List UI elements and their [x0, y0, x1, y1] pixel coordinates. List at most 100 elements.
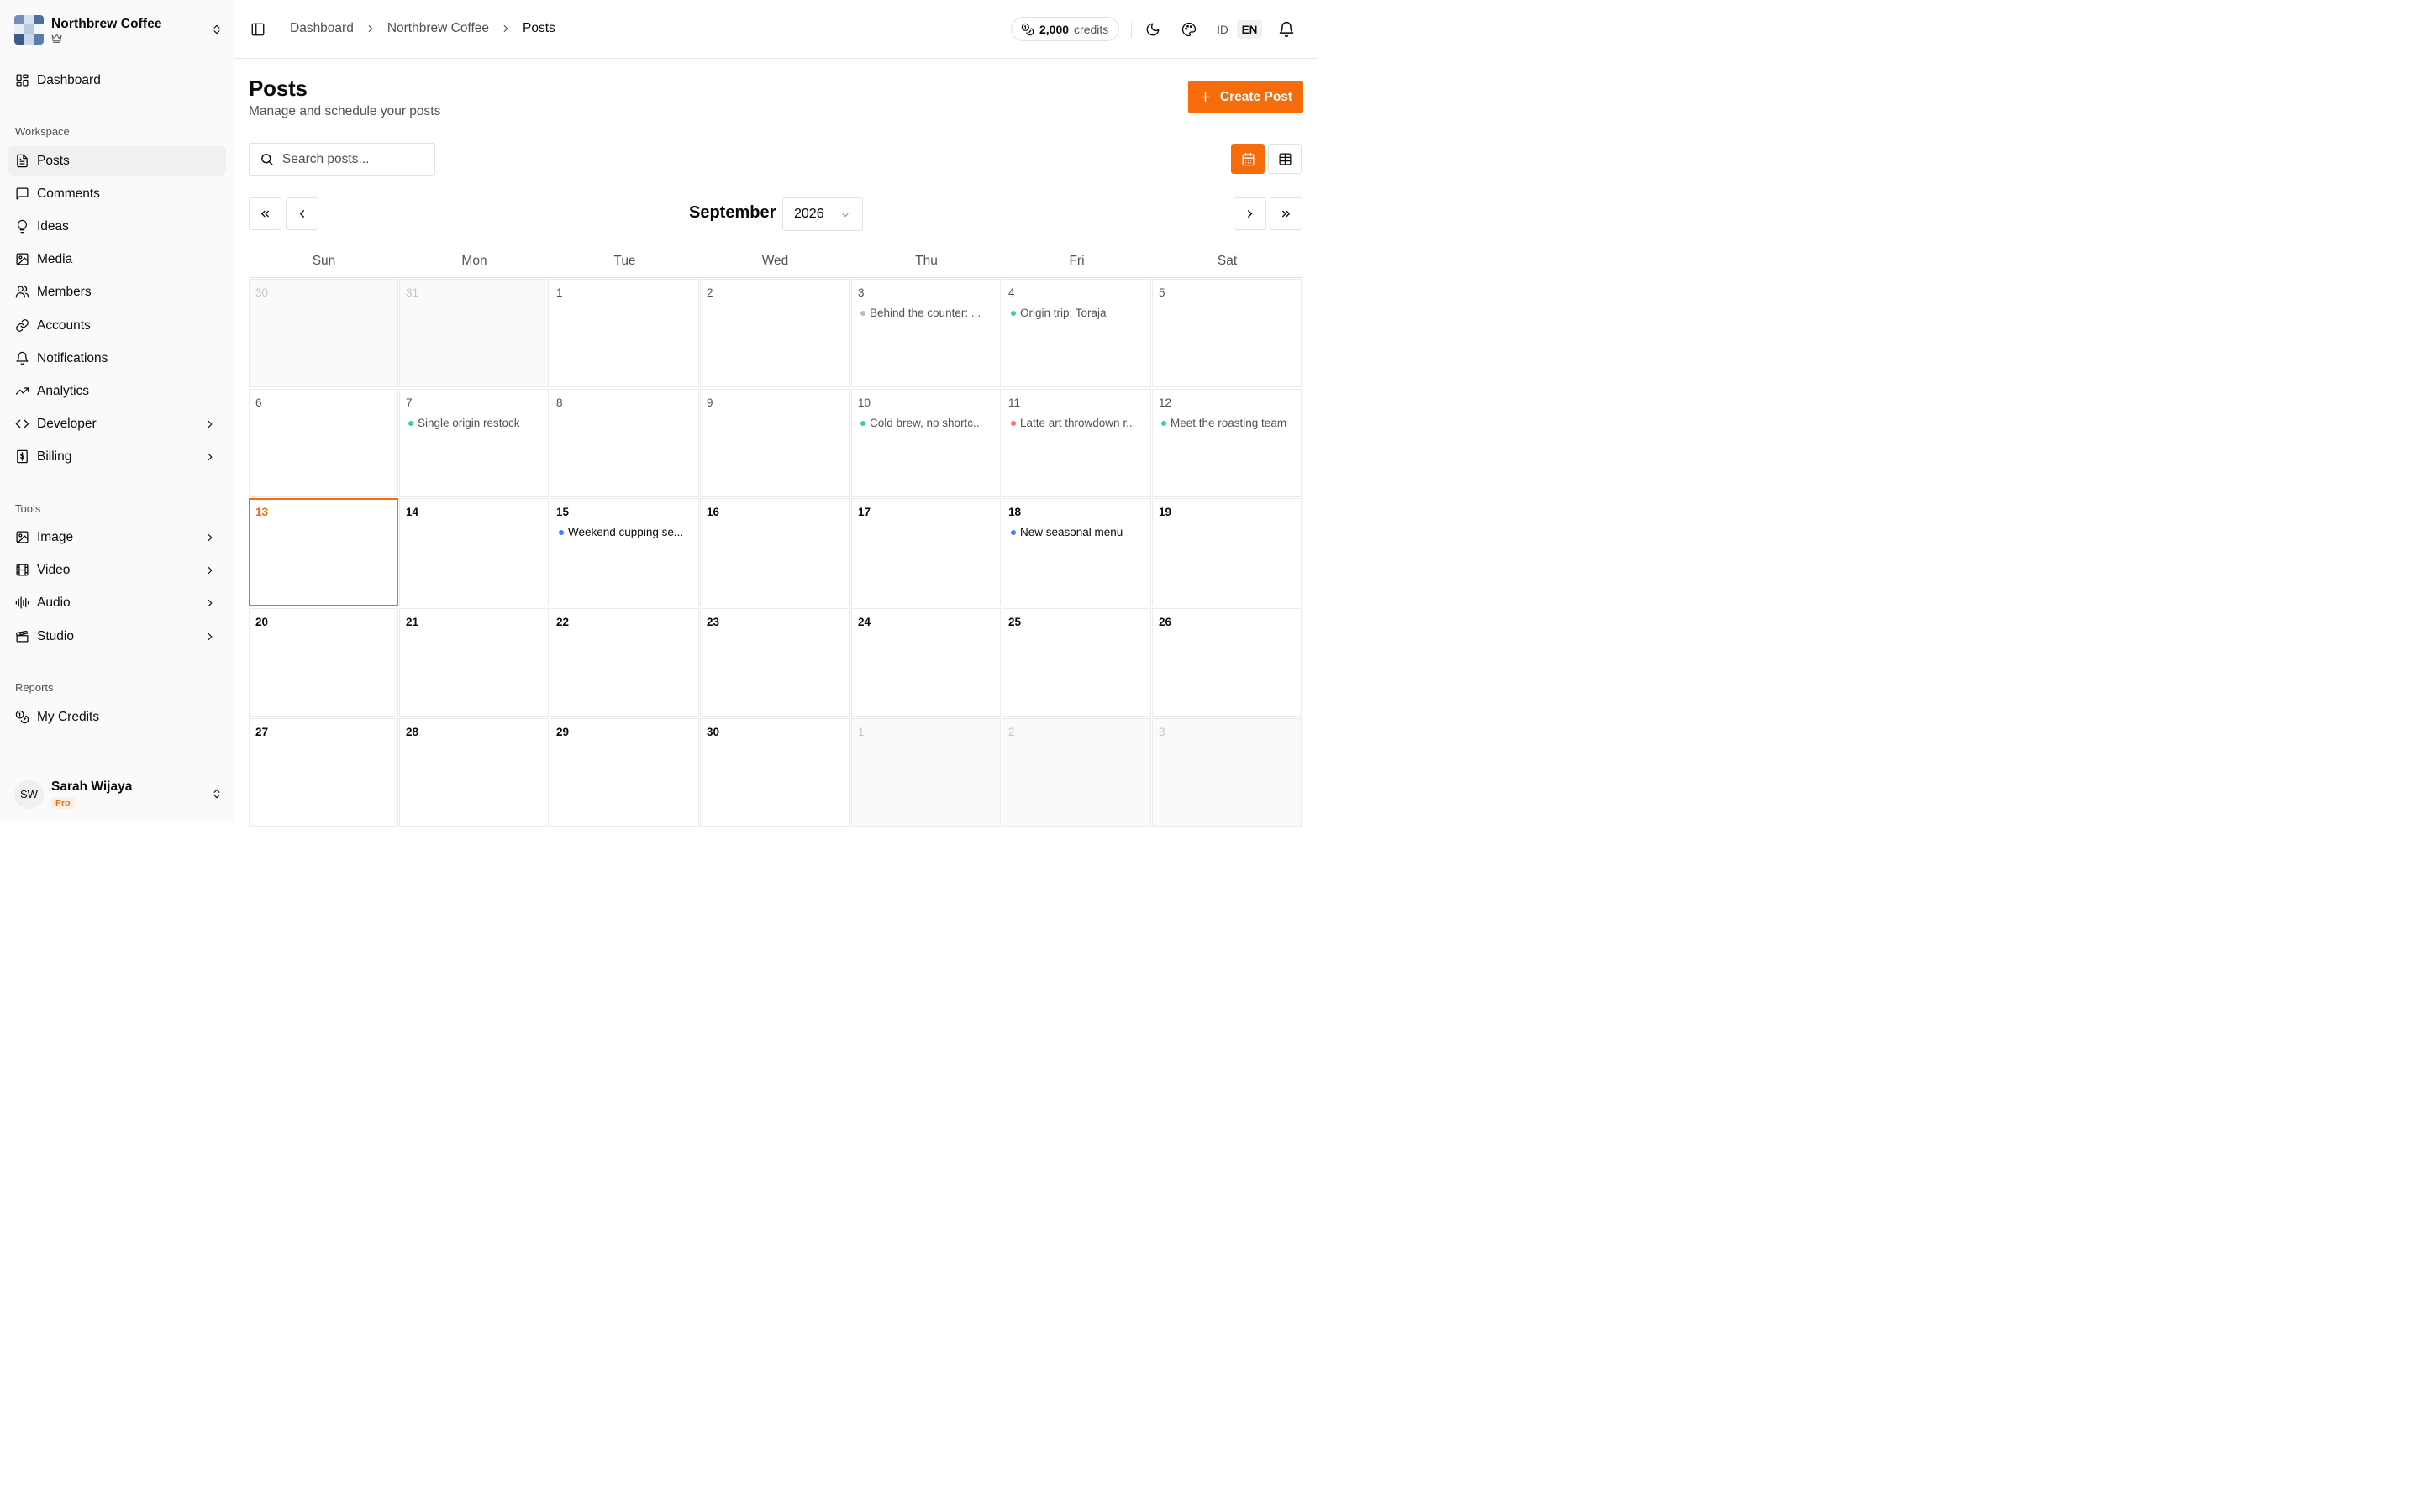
prev-month-button[interactable] — [286, 197, 318, 230]
calendar-day[interactable]: 29 — [550, 718, 699, 827]
calendar-day[interactable]: 20 — [249, 608, 398, 717]
divider — [1131, 21, 1132, 38]
calendar-day[interactable]: 4 Origin trip: Toraja — [1002, 279, 1151, 387]
sidebar-item-analytics[interactable]: Analytics — [8, 376, 226, 406]
month-title: September — [689, 203, 776, 222]
sidebar-item-audio[interactable]: Audio — [8, 588, 226, 617]
sidebar-item-studio[interactable]: Studio — [8, 622, 226, 651]
day-number: 13 — [255, 506, 269, 518]
calendar-day[interactable]: 30 — [700, 718, 850, 827]
calendar-day[interactable]: 9 — [700, 389, 850, 497]
calendar-day[interactable]: 23 — [700, 608, 850, 717]
calendar-event[interactable]: Meet the roasting team — [1161, 417, 1297, 429]
sidebar-item-label: Video — [37, 562, 71, 577]
next-month-button[interactable] — [1234, 197, 1266, 230]
calendar-day[interactable]: 2 — [1002, 718, 1151, 827]
year-select[interactable]: 2026 — [782, 197, 863, 231]
prev-year-button[interactable] — [249, 197, 281, 230]
sidebar-item-developer[interactable]: Developer — [8, 409, 226, 438]
chevrons-up-down-icon — [213, 24, 220, 34]
calendar-day[interactable]: 6 — [249, 389, 398, 497]
calendar-event[interactable]: Single origin restock — [408, 417, 544, 429]
calendar-day[interactable]: 31 — [399, 279, 549, 387]
calendar-day[interactable]: 30 — [249, 279, 398, 387]
sidebar-item-billing[interactable]: Billing — [8, 442, 226, 471]
table-view-button[interactable] — [1268, 144, 1302, 174]
event-title: New seasonal menu — [1020, 526, 1123, 538]
calendar-day[interactable]: 5 — [1152, 279, 1302, 387]
calendar-day[interactable]: 22 — [550, 608, 699, 717]
calendar-day[interactable]: 16 — [700, 498, 850, 606]
next-year-button[interactable] — [1270, 197, 1302, 230]
status-dot — [408, 420, 413, 426]
sidebar-item-media[interactable]: Media — [8, 244, 226, 274]
calendar-day[interactable]: 18 New seasonal menu — [1002, 498, 1151, 606]
calendar-day[interactable]: 21 — [399, 608, 549, 717]
breadcrumb-org[interactable]: Northbrew Coffee — [387, 21, 489, 36]
sidebar-item-members[interactable]: Members — [8, 277, 226, 307]
avatar: SW — [14, 779, 44, 809]
org-switcher[interactable]: Northbrew Coffee — [14, 13, 223, 45]
sidebar-toggle-icon[interactable] — [250, 22, 266, 37]
sidebar-item-comments[interactable]: Comments — [8, 179, 226, 208]
calendar-day[interactable]: 27 — [249, 718, 398, 827]
calendar-day[interactable]: 7 Single origin restock — [399, 389, 549, 497]
calendar-day[interactable]: 11 Latte art throwdown r... — [1002, 389, 1151, 497]
search-input[interactable] — [282, 151, 425, 167]
calendar-day[interactable]: 24 — [851, 608, 1001, 717]
palette-icon[interactable] — [1181, 22, 1197, 37]
calendar-day[interactable]: 19 — [1152, 498, 1302, 606]
credits-badge[interactable]: 2,000 credits — [1011, 17, 1120, 41]
calendar-day[interactable]: 2 — [700, 279, 850, 387]
event-title: Origin trip: Toraja — [1020, 307, 1107, 319]
sidebar-item-ideas[interactable]: Ideas — [8, 212, 226, 241]
lang-id-button[interactable]: ID — [1212, 20, 1234, 39]
user-menu[interactable]: SW Sarah Wijaya Pro — [14, 776, 223, 811]
sidebar-item-posts[interactable]: Posts — [8, 146, 226, 176]
calendar-event[interactable]: Weekend cupping se... — [559, 526, 695, 538]
calendar-day[interactable]: 17 — [851, 498, 1001, 606]
calendar-day[interactable]: 1 — [550, 279, 699, 387]
breadcrumb-dashboard[interactable]: Dashboard — [290, 21, 354, 36]
calendar-day[interactable]: 15 Weekend cupping se... — [550, 498, 699, 606]
calendar-day[interactable]: 26 — [1152, 608, 1302, 717]
calendar-day[interactable]: 3 — [1152, 718, 1302, 827]
layout-dashboard-icon — [16, 74, 29, 87]
calendar-day[interactable]: 28 — [399, 718, 549, 827]
day-number: 4 — [1008, 286, 1015, 299]
calendar-day[interactable]: 8 — [550, 389, 699, 497]
lang-en-button[interactable]: EN — [1237, 20, 1262, 39]
link-icon — [16, 319, 29, 332]
calendar-event[interactable]: Cold brew, no shortc... — [860, 417, 997, 429]
sidebar-item-label: Dashboard — [37, 72, 101, 87]
sidebar-item-image[interactable]: Image — [8, 522, 226, 552]
chevron-left-icon — [299, 210, 304, 218]
calendar-event[interactable]: Behind the counter: ... — [860, 307, 997, 319]
event-title: Weekend cupping se... — [568, 526, 684, 538]
bell-icon[interactable] — [1278, 21, 1295, 38]
calendar-day[interactable]: 10 Cold brew, no shortc... — [851, 389, 1001, 497]
calendar-day-today[interactable]: 13 — [249, 498, 398, 606]
calendar-event[interactable]: Origin trip: Toraja — [1011, 307, 1147, 319]
calendar-day[interactable]: 12 Meet the roasting team — [1152, 389, 1302, 497]
day-number: 1 — [858, 726, 865, 738]
create-post-button[interactable]: Create Post — [1188, 81, 1303, 113]
calendar-event[interactable]: Latte art throwdown r... — [1011, 417, 1147, 429]
calendar-day[interactable]: 14 — [399, 498, 549, 606]
weekday-label: Thu — [915, 254, 938, 268]
event-title: Latte art throwdown r... — [1020, 417, 1136, 429]
sidebar-item-label: My Credits — [37, 709, 100, 724]
calendar-event[interactable]: New seasonal menu — [1011, 526, 1147, 538]
sidebar-item-my-credits[interactable]: My Credits — [8, 702, 226, 732]
section-label-tools: Tools — [15, 502, 41, 515]
sidebar-item-video[interactable]: Video — [8, 555, 226, 585]
sidebar-item-notifications[interactable]: Notifications — [8, 344, 226, 373]
sidebar-item-accounts[interactable]: Accounts — [8, 311, 226, 340]
calendar-view-button[interactable] — [1231, 144, 1265, 174]
calendar-day[interactable]: 1 — [851, 718, 1001, 827]
moon-icon[interactable] — [1145, 22, 1160, 37]
sidebar-item-dashboard[interactable]: Dashboard — [8, 66, 226, 95]
calendar-day[interactable]: 25 — [1002, 608, 1151, 717]
calendar-day[interactable]: 3 Behind the counter: ... — [851, 279, 1001, 387]
weekday-label: Tue — [613, 254, 636, 268]
